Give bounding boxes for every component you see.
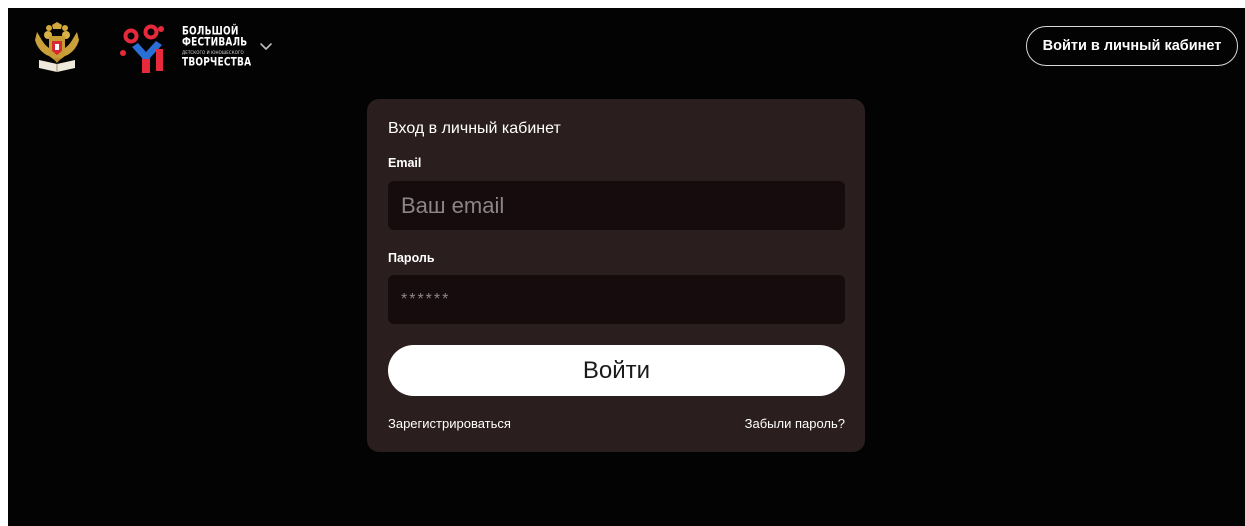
- festival-logo-text: БОЛЬШОЙ ФЕСТИВАЛЬ ДЕТСКОГО И ЮНОШЕСКОГО …: [182, 26, 252, 70]
- forgot-password-link[interactable]: Забыли пароль?: [745, 416, 845, 431]
- email-input[interactable]: Ваш email: [388, 181, 845, 230]
- password-input[interactable]: ******: [388, 275, 845, 324]
- login-card: Вход в личный кабинет Email Ваш email Па…: [367, 99, 865, 452]
- chevron-down-icon[interactable]: [259, 39, 273, 50]
- register-link[interactable]: Зарегистрироваться: [388, 416, 511, 431]
- login-title: Вход в личный кабинет: [388, 120, 561, 137]
- email-label: Email: [388, 156, 422, 170]
- login-cabinet-button[interactable]: Войти в личный кабинет: [1026, 26, 1238, 66]
- russian-coat-of-arms-icon[interactable]: [33, 22, 81, 74]
- submit-button[interactable]: Войти: [388, 345, 845, 396]
- logo-line-2: ФЕСТИВАЛЬ: [182, 36, 248, 50]
- festival-logo[interactable]: БОЛЬШОЙ ФЕСТИВАЛЬ ДЕТСКОГО И ЮНОШЕСКОГО …: [120, 23, 251, 73]
- logo-line-3: ДЕТСКОГО И ЮНОШЕСКОГО: [182, 50, 244, 55]
- page-background: БОЛЬШОЙ ФЕСТИВАЛЬ ДЕТСКОГО И ЮНОШЕСКОГО …: [8, 8, 1245, 526]
- password-label: Пароль: [388, 251, 435, 265]
- festival-logo-icon: [120, 23, 172, 73]
- logo-line-4: ТВОРЧЕСТВА: [182, 56, 252, 70]
